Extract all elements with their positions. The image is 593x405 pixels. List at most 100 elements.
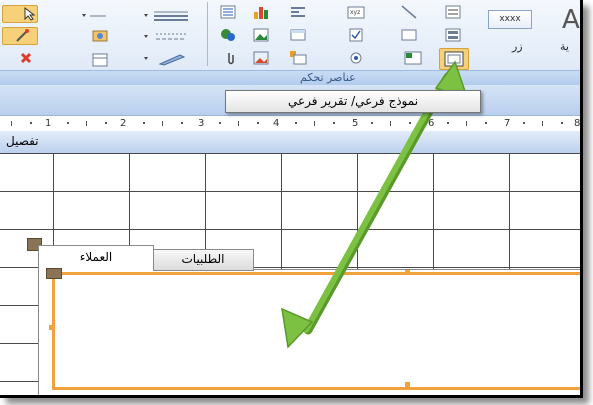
unbound-object-button[interactable] (252, 27, 270, 43)
pen-icon (144, 54, 186, 66)
tab-control-icon (445, 5, 461, 19)
combo-box-button[interactable]: xyz (347, 4, 365, 20)
check-box-button[interactable] (347, 27, 365, 43)
ruler-dot (143, 122, 145, 124)
align-lines-icon (291, 7, 305, 17)
radio-icon (350, 52, 362, 64)
subform-icon (444, 51, 464, 67)
hyperlink-icon (92, 30, 108, 42)
button-control-label[interactable]: زر (512, 40, 523, 53)
checkbox-icon (349, 28, 363, 42)
tab-control-button[interactable] (444, 4, 462, 20)
line-type-icon (144, 33, 186, 40)
resize-handle[interactable] (405, 270, 410, 275)
detail-section-header[interactable]: تفصيل (0, 131, 580, 154)
insert-logo-button[interactable] (2, 50, 36, 66)
ruler-dot (333, 122, 335, 124)
tab-orders[interactable]: الطلبيات (152, 249, 254, 271)
label-control-glyph[interactable]: A (562, 5, 580, 35)
toggle-button[interactable] (400, 27, 418, 43)
svg-text:xyz: xyz (350, 9, 360, 16)
ruler-tick (238, 121, 239, 126)
option-button[interactable] (347, 50, 365, 66)
paperclip-icon (228, 53, 234, 65)
ruler-tick (162, 121, 163, 126)
ruler-dot (105, 122, 107, 124)
horizontal-ruler: 1 2 3 4 5 6 7 8 (0, 115, 580, 132)
ruler-number: 7 (504, 118, 511, 129)
pointer-icon (24, 6, 36, 21)
bound-object-button[interactable] (90, 52, 112, 68)
rectangle-icon (401, 29, 417, 41)
line-type-dropdown[interactable] (142, 29, 192, 45)
ruler-number: 8 (574, 118, 581, 129)
subform-subreport-button[interactable] (439, 48, 469, 70)
image-button[interactable] (219, 27, 237, 43)
picture-icon (253, 28, 269, 42)
ruler-tick (86, 121, 87, 126)
ribbon: xyz xxxx زر ية A عناصر تحكم (0, 0, 580, 86)
line-thickness-icon (144, 11, 188, 21)
ruler-dot (561, 122, 563, 124)
line-color-dropdown[interactable] (142, 51, 192, 67)
ruler-number: 5 (352, 118, 359, 129)
ruler-dot (219, 122, 221, 124)
diagonal-line-icon (401, 5, 417, 19)
form-icon (445, 28, 461, 42)
text-box-button[interactable]: xxxx (488, 10, 532, 29)
chart-button[interactable] (252, 4, 270, 20)
subform-in-control-button[interactable] (404, 50, 422, 66)
rectangle-button[interactable] (289, 27, 307, 43)
ruler-dot (67, 122, 69, 124)
list-box-button[interactable] (219, 4, 237, 20)
bar-chart-icon (254, 7, 268, 19)
ruler-dot (295, 122, 297, 124)
subform-move-handle[interactable] (46, 268, 62, 279)
subform-selection-box[interactable] (52, 272, 580, 390)
ribbon-separator (207, 2, 208, 66)
ruler-tick (542, 121, 543, 126)
ruler-dot (409, 122, 411, 124)
controls-group-text: عناصر تحكم (300, 71, 356, 84)
ruler-number: 3 (198, 118, 205, 129)
ruler-dot (447, 122, 449, 124)
subform-tooltip: نموذج فرعي/ تقرير فرعي (225, 90, 481, 113)
line-dropdown-icon (82, 14, 106, 17)
attachment-button[interactable] (222, 50, 240, 66)
ruler-dot (257, 122, 259, 124)
access-form-design-window: xyz xxxx زر ية A عناصر تحكم 1 2 3 4 5 6 … (0, 0, 583, 398)
ruler-dot (181, 122, 183, 124)
image-frame-icon (253, 51, 269, 65)
frame-icon (290, 29, 306, 41)
ruler-dot (30, 122, 32, 124)
line-button[interactable] (400, 4, 418, 20)
ruler-tick (390, 121, 391, 126)
ruler-tick (466, 121, 467, 126)
select-tool-button[interactable] (2, 5, 38, 23)
close-x-icon (20, 52, 32, 64)
insert-image-button[interactable] (252, 50, 270, 66)
grid-xyz-icon (404, 51, 422, 65)
resize-handle[interactable] (49, 325, 54, 330)
controls-group-label: عناصر تحكم (0, 70, 580, 86)
ruler-number: 4 (273, 118, 280, 129)
hyperlink-tool-button[interactable] (90, 28, 112, 44)
line-thickness-dropdown[interactable] (142, 8, 192, 24)
textbox-icon: xyz (347, 6, 365, 19)
page-break-button[interactable] (289, 4, 307, 20)
label-tool-button[interactable] (80, 8, 108, 24)
ruler-number: 2 (120, 118, 127, 129)
option-group-button[interactable] (289, 50, 307, 66)
resize-handle[interactable] (405, 382, 410, 387)
ruler-number: 6 (428, 118, 435, 129)
list-icon (220, 5, 236, 19)
control-wizard-button[interactable] (2, 27, 38, 45)
ruler-dot (485, 122, 487, 124)
table-layout-icon (92, 53, 108, 67)
ruler-dot (523, 122, 525, 124)
globe-icon (221, 29, 235, 41)
form-layout-button[interactable] (444, 27, 462, 43)
option-group-icon (290, 51, 307, 65)
ruler-dot (371, 122, 373, 124)
ruler-number: 1 (45, 118, 52, 129)
